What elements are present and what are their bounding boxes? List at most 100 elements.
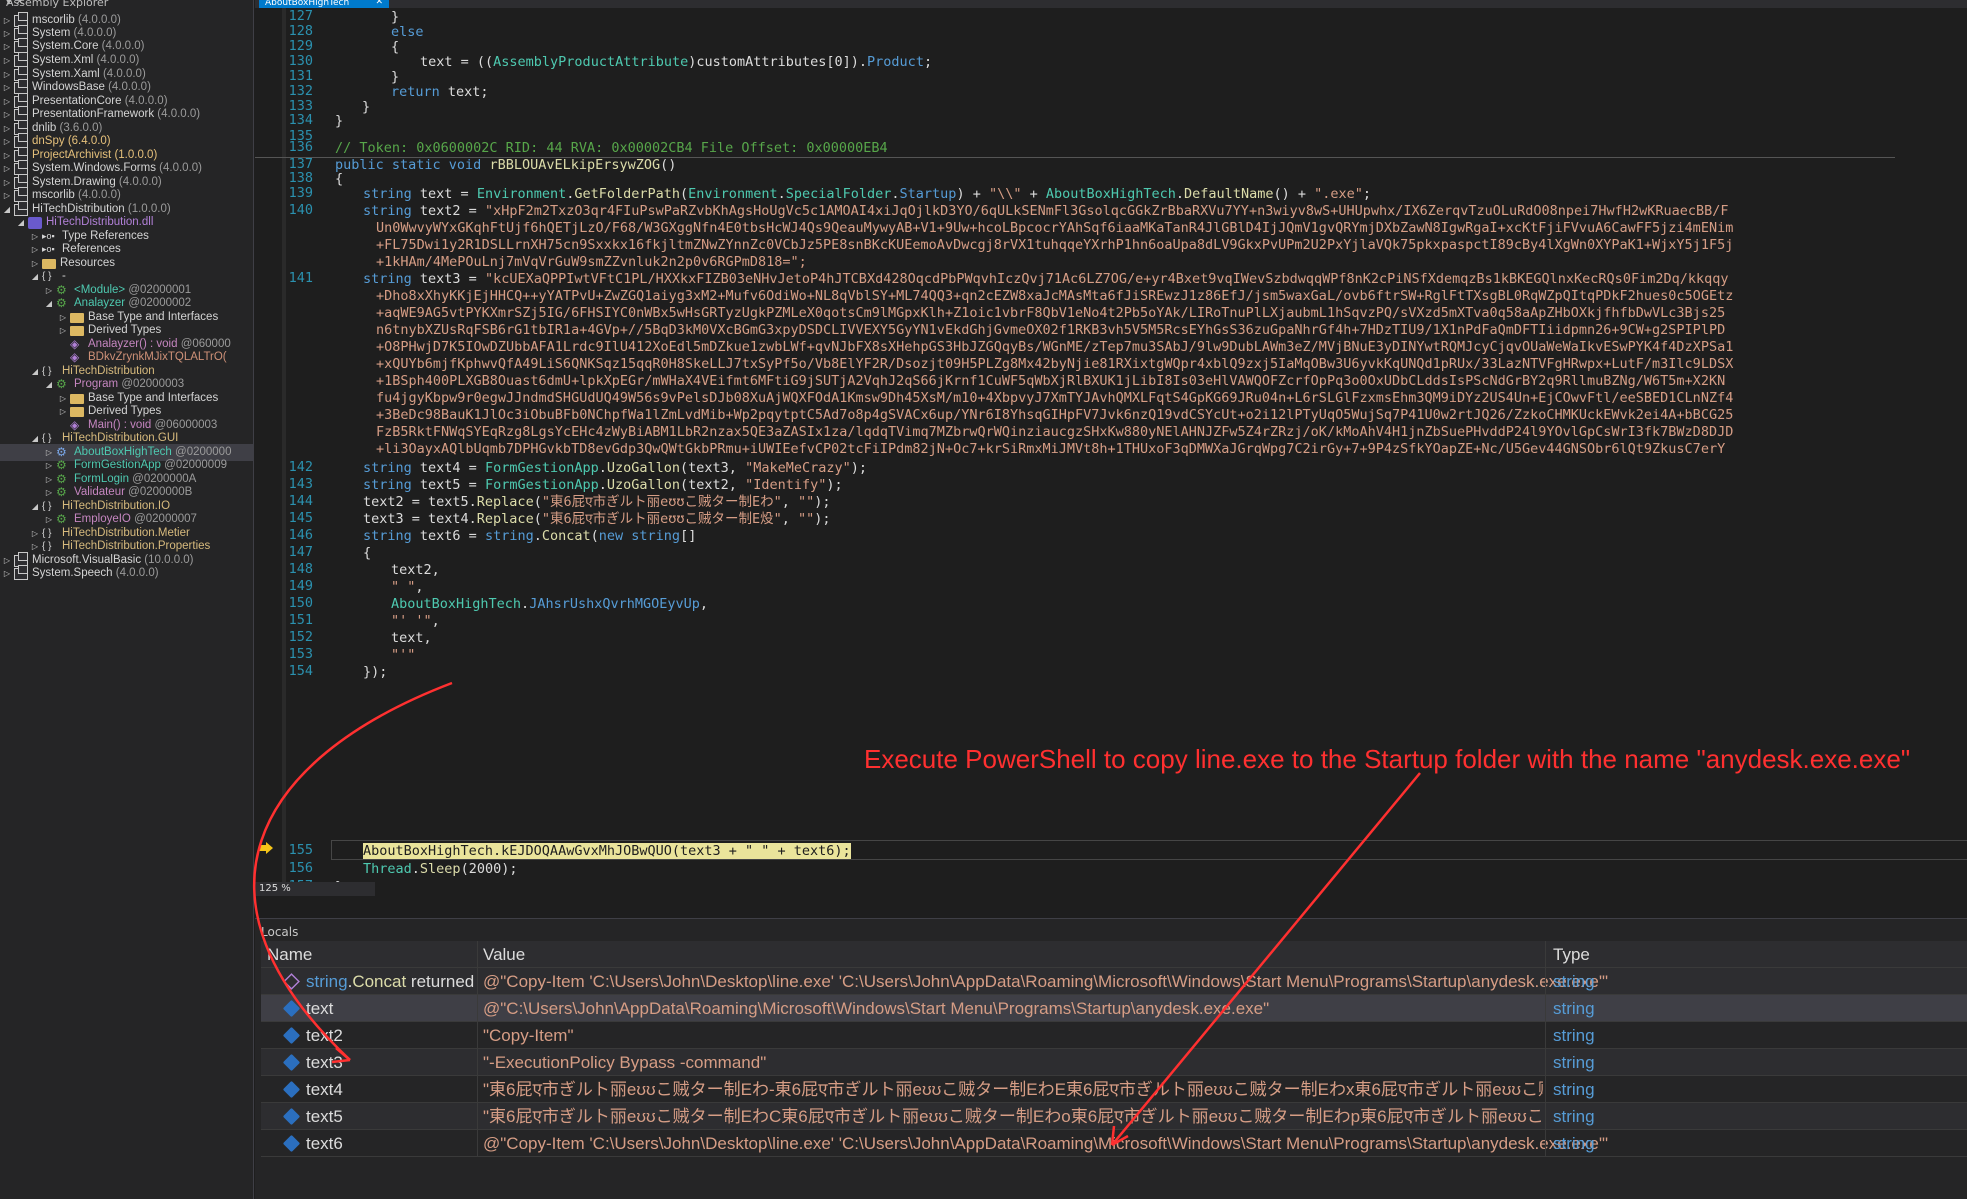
explorer-pin-close[interactable]: ▾ ✕ — [6, 0, 247, 8]
current-statement-line: AboutBoxHighTech.kEJDOQAAwGvxMhJOBwQUO(t… — [363, 843, 851, 859]
folder-icon — [70, 406, 84, 417]
line-number: 147 — [288, 544, 313, 560]
local-type: string — [1553, 1026, 1595, 1045]
zoom-value[interactable]: 125 % — [259, 883, 291, 894]
code-comment: // Token: 0x0600002C RID: 44 RVA: 0x0000… — [335, 140, 888, 156]
locals-row[interactable]: text5 "東6屁ए市ぎルト丽eʊʊこ贼ター制EわC東6屁ए市ぎルト丽eʊʊこ… — [261, 1103, 1967, 1130]
collapse-icon[interactable]: ◢ — [30, 363, 40, 380]
locals-window: Locals Name Value Type string.Concat ret… — [255, 918, 1967, 1199]
collapse-icon[interactable]: ◢ — [2, 201, 12, 218]
locals-row[interactable]: text @"C:\Users\John\AppData\Roaming\Mic… — [261, 995, 1967, 1022]
code-line: fu4jgyKbpw9r0egwJJndmdSHGUdUQ49W56s9vPel… — [376, 390, 1734, 406]
code-line: +FL75Dwi1y2R1DSLLrnXH75cn9Sxxkx16fkjltmZ… — [376, 237, 1734, 253]
line-number: 150 — [288, 595, 313, 611]
local-value: "東6屁ए市ぎルト丽eʊʊこ贼ター制Eわ-東6屁ए市ぎルト丽eʊʊこ贼ター制Eわ… — [483, 1080, 1543, 1099]
local-type: string — [1553, 1107, 1595, 1126]
line-number: 138 — [288, 170, 313, 186]
line-number: 155 — [288, 842, 313, 858]
line-number: 153 — [288, 646, 313, 662]
locals-row[interactable]: string.Concat returned @"Copy-Item 'C:\U… — [261, 968, 1967, 995]
current-statement-arrow-icon — [259, 842, 273, 854]
column-header-value[interactable]: Value — [483, 941, 1683, 968]
code-line: +1BSph400PLXGB8Ouast6dmU+lpkXpEGr/mWHaX4… — [376, 373, 1726, 389]
line-number: 151 — [288, 612, 313, 628]
local-type: string — [1553, 1053, 1595, 1072]
code-line: text3 = text4.Replace("東6屁ए市ぎルト丽eʊʊこ贼ター制… — [363, 511, 831, 527]
line-number: 145 — [288, 510, 313, 526]
code-line: { — [391, 39, 400, 55]
node-label: Resources — [60, 257, 115, 269]
line-number: 149 — [288, 578, 313, 594]
line-number: 143 — [288, 476, 313, 492]
close-icon[interactable]: ✕ — [375, 0, 383, 7]
code-line: text = ((AssemblyProductAttribute)custom… — [420, 54, 933, 70]
locals-row[interactable]: text2 "Copy-Item" string — [261, 1022, 1967, 1049]
node-version: (4.0.0.0) — [115, 567, 159, 579]
code-line: return text; — [391, 84, 489, 100]
locals-header-row: Name Value Type — [261, 941, 1967, 968]
local-type: string — [1553, 999, 1595, 1018]
local-value: @"Copy-Item 'C:\Users\John\Desktop\line.… — [483, 1134, 1609, 1153]
code-line: public static void rBBLOUAvELkipErsywZOG… — [335, 157, 677, 173]
line-number: 127 — [288, 8, 313, 24]
node-version: (4.0.0.0) — [157, 108, 201, 120]
code-line: { — [363, 545, 372, 561]
zoom-level[interactable]: 125 % — [255, 882, 375, 896]
code-line: text2, — [391, 562, 440, 578]
collapse-icon[interactable]: ◢ — [16, 214, 26, 231]
column-divider[interactable] — [477, 941, 478, 1157]
code-line: Un0WwvyWYxGKqhFtUjf6hQETjLzO/F68/W3GXggN… — [376, 220, 1734, 236]
column-header-type[interactable]: Type — [1553, 941, 1653, 968]
line-number: 146 — [288, 527, 313, 543]
line-number: 139 — [288, 185, 313, 201]
node-label: System.Speech — [32, 567, 113, 579]
code-line: string text6 = string.Concat(new string[… — [363, 528, 697, 544]
code-line: +O8PHwjD7K5IOwDZUbbAFA1Lrdc9IlU412XoEdl5… — [376, 339, 1734, 355]
code-line: string text2 = "xHpF2m2TxzO3qr4FIuPswPaR… — [363, 203, 1729, 219]
line-number: 142 — [288, 459, 313, 475]
dll-icon — [28, 216, 42, 229]
collapse-icon[interactable]: ◢ — [44, 376, 54, 393]
namespace-icon — [42, 538, 58, 555]
folder-icon — [70, 393, 84, 404]
tab-label: AboutBoxHighTech — [265, 0, 350, 8]
code-line: +xQUYb6mjfKphwvQfA49LiS6QNKSqz15qqR0H8Sk… — [376, 356, 1734, 372]
code-line: }); — [363, 664, 388, 680]
assembly-explorer: Assembly Explorer ▾ ✕ ▷ mscorlib (4.0.0.0… — [0, 0, 254, 1199]
code-line: string text4 = FormGestionApp.UzoGallon(… — [363, 460, 867, 476]
collapse-icon[interactable]: ◢ — [44, 295, 54, 312]
locals-row[interactable]: text3 "-ExecutionPolicy Bypass -command"… — [261, 1049, 1967, 1076]
code-line: text, — [391, 630, 432, 646]
line-number: 136 — [288, 139, 313, 155]
line-number: 152 — [288, 629, 313, 645]
locals-row[interactable]: text4 "東6屁ए市ぎルト丽eʊʊこ贼ター制Eわ-東6屁ए市ぎルト丽eʊʊこ… — [261, 1076, 1967, 1103]
code-line: FzB5RktFNWqSYEqRzg8LgsYcEHc4zWyBiABM1LbR… — [376, 424, 1734, 440]
locals-row[interactable]: text6 @"Copy-Item 'C:\Users\John\Desktop… — [261, 1130, 1967, 1157]
locals-title: Locals — [261, 925, 299, 939]
tree-node[interactable]: ▷ System.Speech (4.0.0.0) — [2, 564, 159, 582]
collapse-icon[interactable]: ◢ — [30, 268, 40, 285]
local-value: @"Copy-Item 'C:\Users\John\Desktop\line.… — [483, 972, 1609, 991]
expander-icon[interactable]: ▷ — [2, 565, 12, 582]
line-number: 154 — [288, 663, 313, 679]
line-number-gutter: 127 128 129 130 131 132 133 134 135 136 137 138 139 1… — [255, 8, 327, 896]
editor-tab-bar: AboutBoxHighTech ✕ — [255, 0, 1967, 8]
line-number: 156 — [288, 860, 313, 876]
assembly-icon — [14, 564, 28, 580]
code-line: +1kHAm/4MePOuLnj7mVqVrGuW9smZZvnluk2n2p0… — [376, 254, 807, 270]
code-line: "' '", — [391, 613, 440, 629]
collapse-icon[interactable]: ◢ — [30, 498, 40, 515]
code-line: text2 = text5.Replace("東6屁ए市ぎルト丽eʊʊこ贼ター制… — [363, 494, 831, 510]
code-line: } — [335, 113, 344, 129]
class-icon — [56, 484, 70, 501]
class-icon — [56, 295, 70, 312]
code-line: } — [362, 99, 371, 115]
local-type: string — [1553, 1134, 1595, 1153]
column-divider[interactable] — [1545, 941, 1546, 1157]
local-type: string — [1553, 1080, 1595, 1099]
line-number: 141 — [288, 270, 313, 286]
references-icon — [42, 241, 58, 258]
folder-icon — [70, 312, 84, 323]
tab-aboutboxhightech[interactable]: AboutBoxHighTech ✕ — [259, 0, 389, 8]
code-line: " ", — [391, 579, 424, 595]
